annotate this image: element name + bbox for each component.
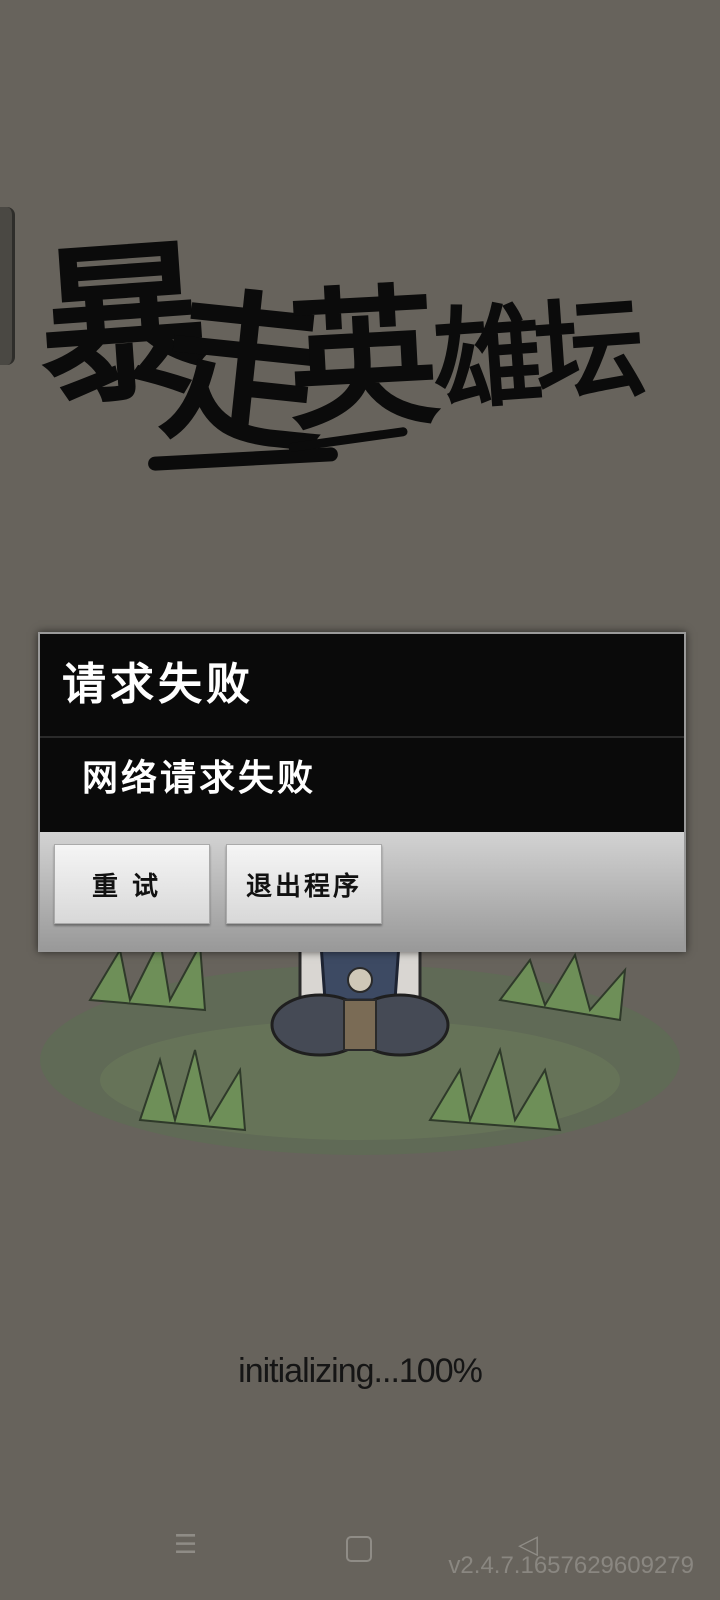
menu-icon[interactable]: ☰	[174, 1530, 197, 1570]
loading-status: initializing...100%	[238, 1352, 483, 1390]
dialog-button-bar: 重试 退出程序	[40, 832, 684, 950]
dialog-title: 请求失败	[40, 634, 684, 738]
version-label: v2.4.7.1657629609279	[448, 1552, 694, 1579]
edge-panel-handle[interactable]	[0, 207, 15, 365]
request-failed-dialog: 请求失败 网络请求失败 重试 退出程序	[38, 632, 686, 952]
logo-char-3: 英	[283, 268, 443, 452]
game-logo: 暴 走 英 雄坛	[31, 219, 688, 490]
dialog-message: 网络请求失败	[82, 758, 317, 799]
logo-char-4: 雄坛	[428, 283, 642, 426]
retry-button[interactable]: 重试	[54, 844, 210, 924]
exit-app-button[interactable]: 退出程序	[226, 844, 382, 924]
home-icon[interactable]	[346, 1536, 372, 1562]
